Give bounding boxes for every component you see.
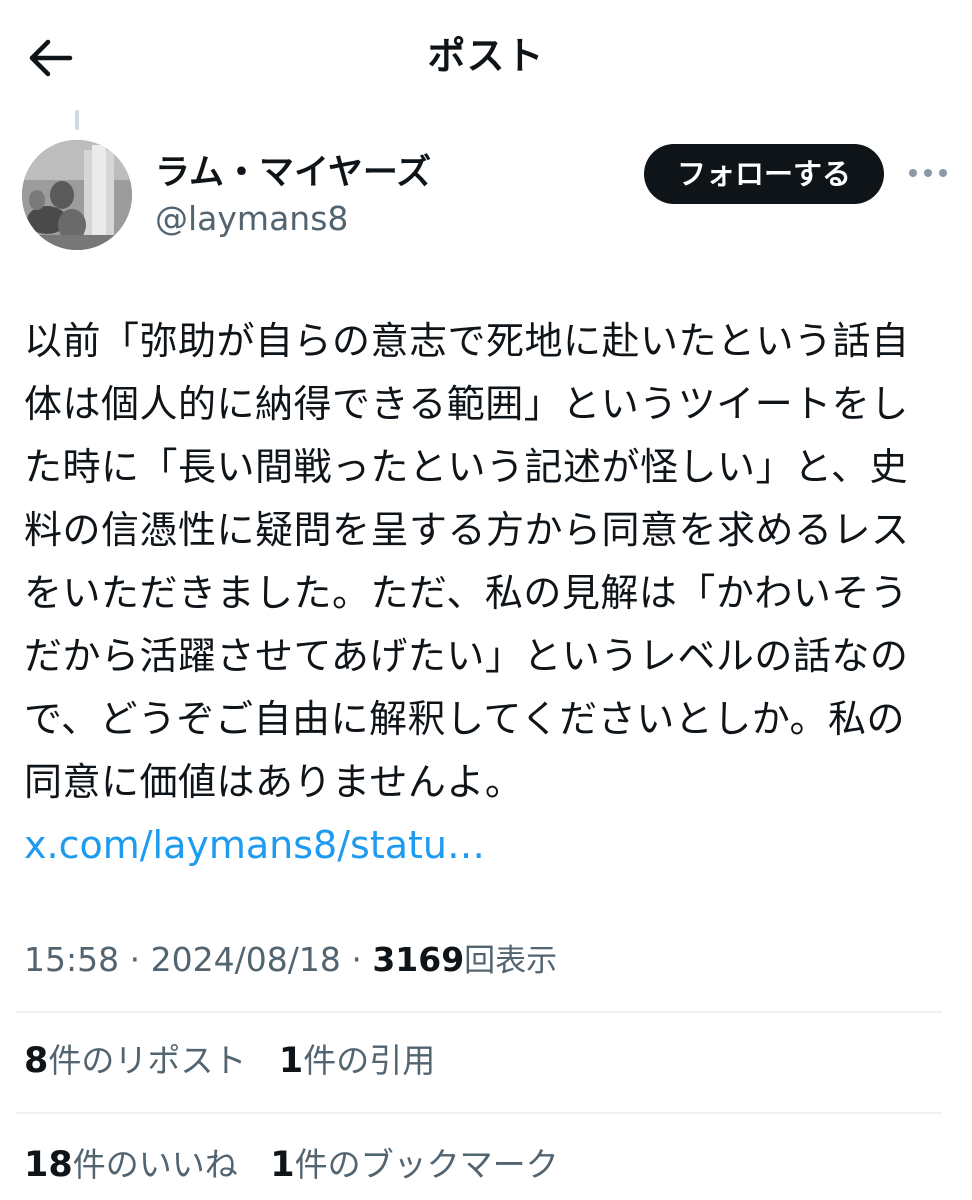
thread-connector (75, 110, 79, 130)
more-horizontal-icon (909, 169, 947, 177)
user-handle[interactable]: @laymans8 (155, 198, 348, 240)
views-count: 3169 (372, 940, 465, 979)
meta-separator: · (351, 940, 362, 979)
bookmarks-count: 1 (270, 1145, 295, 1185)
quotes-count: 1 (278, 1041, 304, 1081)
tweet-text: 以前「弥助が自らの意志で死地に赴いたという話自 体は個人的に納得できる範囲」とい… (24, 310, 954, 814)
follow-button[interactable]: フォローする (644, 144, 884, 204)
reposts-count: 8 (24, 1041, 49, 1081)
tweet-link[interactable]: x.com/laymans8/statu… (24, 814, 485, 877)
quotes-stat[interactable]: 1件の引用 (279, 1036, 435, 1086)
tweet-text-line: 料の信憑性に疑問を呈する方から同意を求めるレス (24, 508, 910, 552)
likes-label: 件のいいね (72, 1145, 238, 1184)
post-time[interactable]: 15:58 (24, 940, 119, 979)
meta-separator: · (129, 940, 141, 979)
tweet-text-line: だから活躍させてあげたい」というレベルの話なの (24, 634, 909, 678)
tweet-text-line: 以前「弥助が自らの意志で死地に赴いたという話自 (24, 319, 910, 363)
divider (16, 1112, 942, 1114)
reposts-stat[interactable]: 8件のリポスト (24, 1036, 246, 1086)
views-label: 回表示 (464, 943, 558, 979)
avatar[interactable] (22, 140, 132, 250)
page-title: ポスト (427, 34, 545, 78)
likes-stat[interactable]: 18件のいいね (24, 1140, 238, 1190)
tweet-text-line: で、どうぞご自由に解釈してくださいとしか。私の (24, 697, 905, 741)
reposts-label: 件のリポスト (48, 1041, 247, 1080)
tweet-text-line: た時に「長い間戦ったという記述が怪しい」と、史 (24, 445, 908, 489)
avatar-image (22, 140, 132, 250)
stats-row: 8件のリポスト 1件の引用 (24, 1036, 457, 1086)
likes-count: 18 (24, 1145, 73, 1185)
tweet-text-line: をいただきました。ただ、私の見解は「かわいそう (24, 571, 909, 615)
quotes-label: 件の引用 (303, 1041, 436, 1080)
post-date[interactable]: 2024/08/18 (151, 940, 341, 979)
stats-row: 18件のいいね 1件のブックマーク (24, 1140, 581, 1190)
tweet-text-line: 同意に価値はありませんよ。 (24, 760, 524, 804)
bookmarks-label: 件のブックマーク (294, 1145, 559, 1184)
display-name[interactable]: ラム・マイヤーズ (155, 150, 431, 196)
divider (16, 1011, 942, 1013)
bookmarks-stat[interactable]: 1件のブックマーク (270, 1140, 558, 1190)
post-meta: 15:58 · 2024/08/18 · 3169回表示 (24, 935, 557, 986)
more-options-button[interactable] (906, 158, 950, 188)
tweet-text-line: 体は個人的に納得できる範囲」というツイートをし (24, 382, 909, 426)
top-bar: ポスト (0, 0, 972, 112)
